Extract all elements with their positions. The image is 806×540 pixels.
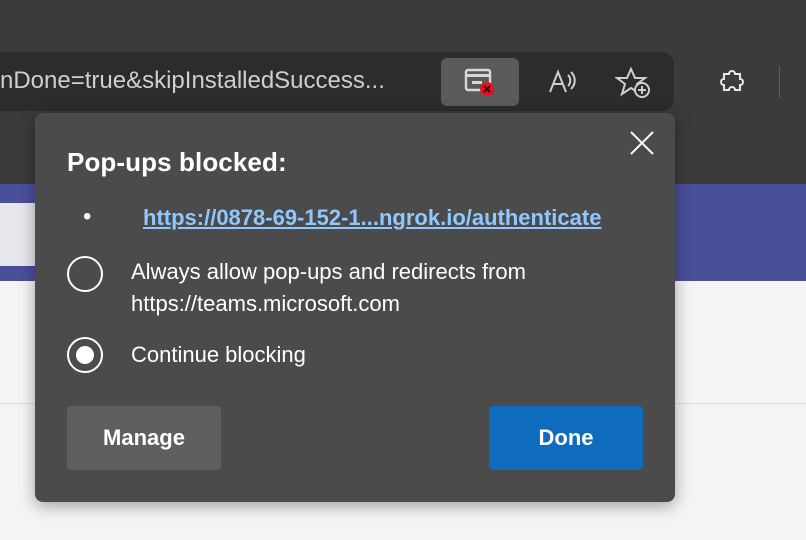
popup-blocked-icon xyxy=(463,66,497,98)
close-icon xyxy=(628,129,656,157)
always-allow-radio[interactable] xyxy=(67,256,103,292)
selected-radio-dot xyxy=(76,346,94,364)
close-button[interactable] xyxy=(622,123,662,163)
continue-blocking-label[interactable]: Continue blocking xyxy=(131,339,306,371)
list-bullet: • xyxy=(83,203,92,230)
always-allow-line-1: Always allow pop-ups and redirects from xyxy=(131,259,526,284)
extensions-button[interactable] xyxy=(693,56,771,106)
address-bar[interactable]: nDone=true&skipInstalledSuccess... xyxy=(0,52,674,111)
extensions-icon xyxy=(715,64,749,98)
toolbar-separator xyxy=(779,66,780,98)
done-button[interactable]: Done xyxy=(489,406,643,470)
favorite-add-icon xyxy=(615,65,651,99)
always-allow-line-2: https://teams.microsoft.com xyxy=(131,291,400,316)
read-aloud-button[interactable] xyxy=(522,58,600,106)
always-allow-label[interactable]: Always allow pop-ups and redirects from … xyxy=(131,256,526,320)
tab-strip xyxy=(0,0,806,52)
manage-button[interactable]: Manage xyxy=(67,406,221,470)
add-favorite-button[interactable] xyxy=(594,58,672,106)
browser-window: nDone=true&skipInstalledSuccess... Pop-u… xyxy=(0,0,806,540)
browser-toolbar-backdrop xyxy=(674,111,806,184)
address-text[interactable]: nDone=true&skipInstalledSuccess... xyxy=(0,65,438,97)
read-aloud-icon xyxy=(544,66,578,98)
dialog-title: Pop-ups blocked: xyxy=(67,147,287,177)
popup-blocked-dialog: Pop-ups blocked: • https://0878-69-152-1… xyxy=(35,113,675,502)
continue-blocking-radio[interactable] xyxy=(67,337,103,373)
blocked-popup-link[interactable]: https://0878-69-152-1...ngrok.io/authent… xyxy=(143,201,601,235)
popup-blocked-button[interactable] xyxy=(441,58,519,106)
